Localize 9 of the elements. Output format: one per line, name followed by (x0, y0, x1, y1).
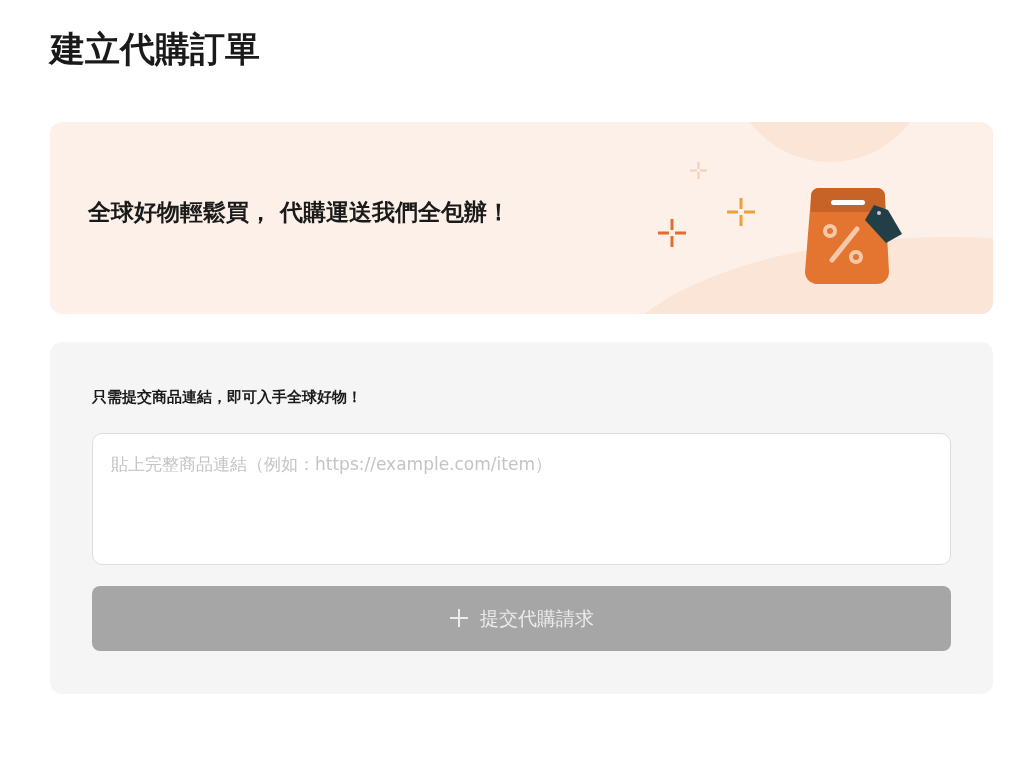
sparkle-icon (658, 219, 686, 247)
page-title: 建立代購訂單 (50, 28, 261, 70)
sparkle-icon (690, 162, 707, 179)
shopping-bag-icon (805, 188, 903, 284)
link-input-field[interactable]: 貼上完整商品連結（例如：https://example.com/item） (92, 432, 951, 565)
form-label: 只需提交商品連結，即可入手全球好物！ (92, 387, 363, 408)
plus-icon (449, 609, 468, 627)
sparkle-icon (727, 198, 755, 226)
banner-text: 全球好物輕鬆買， 代購運送我們全包辦！ (88, 198, 511, 228)
